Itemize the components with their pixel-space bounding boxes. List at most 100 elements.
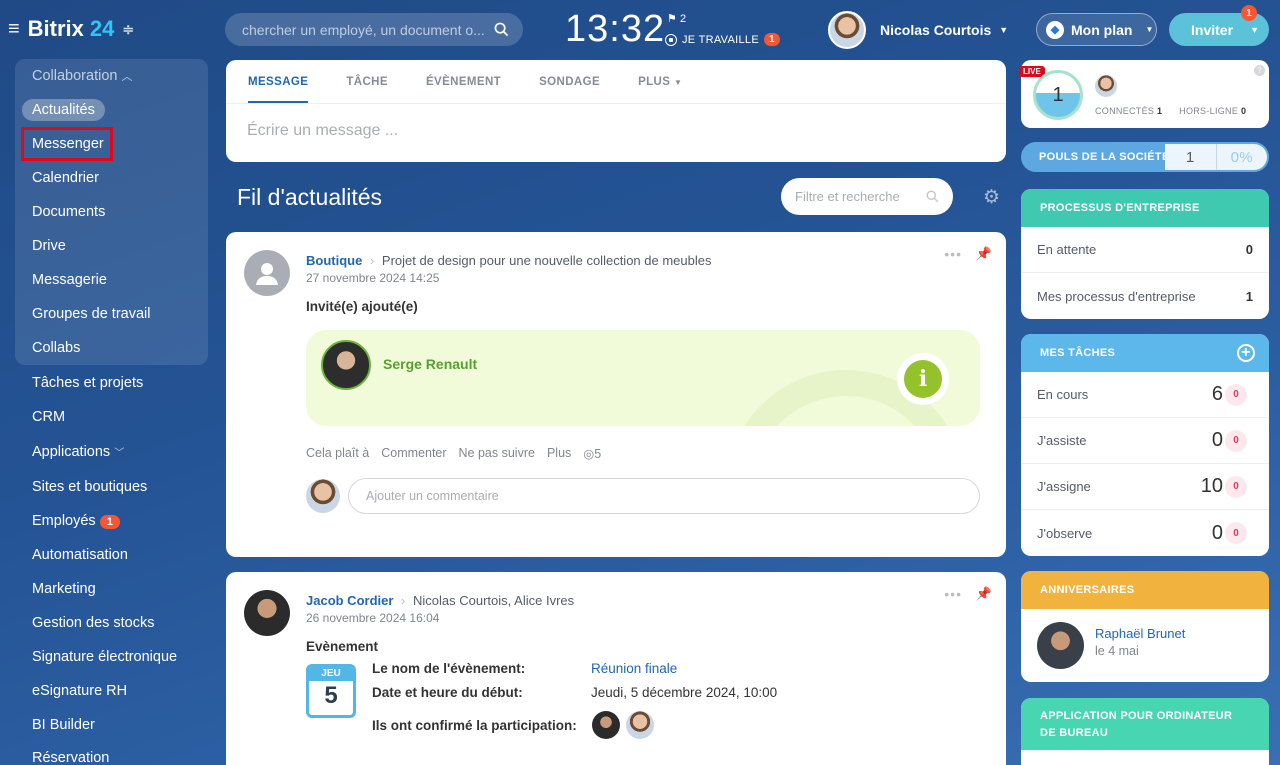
task-row[interactable]: J'observe 0 0 [1021,510,1269,556]
guest-name[interactable]: Serge Renault [383,356,477,372]
user-menu[interactable]: Nicolas Courtois ▼ [828,11,1008,49]
post-author[interactable]: Boutique [306,253,362,268]
author-avatar[interactable] [244,590,290,636]
employes-badge: 1 [99,515,120,529]
sidebar-item-reservation[interactable]: Réservation [32,750,109,765]
sidebar-item-messagerie[interactable]: Messagerie [32,272,107,288]
my-plan-button[interactable]: ◆ Mon plan ▼ [1036,13,1157,46]
tab-plus[interactable]: PLUS ▼ [638,60,682,103]
chevron-right-icon: › [369,253,375,268]
menu-icon[interactable]: ≡ [8,18,20,41]
work-status[interactable]: JE TRAVAILLE 1 [665,33,780,46]
user-name: Nicolas Courtois [880,22,992,38]
post-target[interactable]: Projet de design pour une nouvelle colle… [382,253,712,268]
search-icon[interactable] [494,22,509,37]
task-row-value: 6 [1211,383,1223,405]
sidebar-item-documents[interactable]: Documents [32,204,105,220]
birthday-avatar[interactable] [1037,622,1084,669]
tab-evenement[interactable]: ÉVÈNEMENT [426,60,501,103]
settings-switch-icon[interactable]: ≑ [122,21,134,38]
connected-count: 1 [1157,106,1163,116]
help-icon[interactable]: ? [1254,65,1265,76]
sidebar-item-crm[interactable]: CRM [32,409,65,425]
pin-icon[interactable]: 📌 [976,246,992,262]
event-name-link[interactable]: Réunion finale [591,661,677,676]
flag-counter[interactable]: ⚑ 2 [667,12,686,25]
offline-label: HORS-LIGNE [1179,106,1239,116]
birthdays-widget: ANNIVERSAIRES Raphaël Brunet le 4 mai [1021,571,1269,682]
tasks-widget: MES TÂCHES + En cours 6 0 J'assiste 0 0 J'as… [1021,334,1269,556]
participant-avatar[interactable] [592,711,620,739]
post-date[interactable]: 27 novembre 2024 14:25 [306,271,711,285]
search-placeholder: chercher un employé, un document o... [242,21,485,38]
post-target[interactable]: Nicolas Courtois, Alice Ivres [413,593,574,608]
pin-icon[interactable]: 📌 [976,586,992,602]
sidebar-item-stocks[interactable]: Gestion des stocks [32,615,155,631]
task-row[interactable]: J'assigne 10 0 [1021,464,1269,510]
more-link[interactable]: Plus [547,446,571,461]
feed-filter-input[interactable]: Filtre et recherche [781,178,953,215]
bp-row[interactable]: Mes processus d'entreprise 1 [1021,273,1269,319]
sidebar-item-collabs[interactable]: Collabs [32,340,80,356]
sidebar-item-signature[interactable]: Signature électronique [32,649,177,665]
flag-count: 2 [679,13,687,25]
online-stats: CONNECTÉS 1 HORS-LIGNE 0 [1095,106,1246,116]
sidebar-item-employes[interactable]: Employés 1 [32,513,120,529]
tab-sondage[interactable]: SONDAGE [539,60,600,103]
filter-placeholder: Filtre et recherche [795,189,900,204]
post-date[interactable]: 26 novembre 2024 16:04 [306,611,574,625]
sidebar-item-automatisation[interactable]: Automatisation [32,547,128,563]
gear-icon[interactable]: ⚙ [983,186,1000,209]
message-input[interactable]: Écrire un message ... [226,104,1006,158]
pulse-values: 1 0% [1165,144,1267,170]
sidebar-item-taches[interactable]: Tâches et projets [32,375,143,391]
business-process-widget: PROCESSUS D'ENTREPRISE En attente 0 Mes p… [1021,189,1269,319]
online-user-avatar[interactable] [1095,75,1117,97]
search-input[interactable]: chercher un employé, un document o... [225,13,523,46]
company-pulse[interactable]: POULS DE LA SOCIÉTÉ 1 0% [1021,142,1269,172]
live-counter[interactable]: 1 [1033,70,1083,120]
sidebar-item-marketing[interactable]: Marketing [32,581,96,597]
pulse-percent: 0% [1215,144,1268,170]
bp-row[interactable]: En attente 0 [1021,227,1269,273]
sidebar-group-title[interactable]: Collaboration ︿ [32,68,132,84]
invite-label: Inviter [1191,21,1234,38]
sidebar-item-drive[interactable]: Drive [32,238,66,254]
more-icon[interactable]: ••• [944,246,962,262]
clock[interactable]: 13:32 [565,8,665,51]
task-row[interactable]: En cours 6 0 [1021,372,1269,418]
desktop-app-widget: APPLICATION POUR ORDINATEUR DE BUREAU [1021,698,1269,765]
sidebar-item-esignature[interactable]: eSignature RH [32,683,127,699]
like-link[interactable]: Cela plaît à [306,446,369,461]
guest-avatar[interactable] [321,340,371,390]
diamond-icon: ◆ [1046,20,1064,39]
sidebar-item-groupes[interactable]: Groupes de travail [32,306,150,322]
participant-avatar[interactable] [626,711,654,739]
offline-count: 0 [1240,106,1247,116]
birthday-date: le 4 mai [1095,644,1139,658]
post-composer: MESSAGE TÂCHE ÉVÈNEMENT SONDAGE PLUS ▼ É… [226,60,1006,162]
views-count[interactable]: ◎5 [583,446,601,461]
tab-tache[interactable]: TÂCHE [346,60,388,103]
logo[interactable]: ≡ Bitrix 24 ≑ [8,16,134,42]
author-avatar[interactable] [244,250,290,296]
tab-message[interactable]: MESSAGE [248,60,309,103]
sidebar-item-applications[interactable]: Applications ﹀ [32,444,124,460]
post-author[interactable]: Jacob Cordier [306,593,393,608]
sidebar-item-actualites[interactable]: Actualités [22,99,105,121]
more-icon[interactable]: ••• [944,586,962,602]
task-row-label: J'assigne [1037,479,1091,494]
add-task-icon[interactable]: + [1237,344,1255,362]
sidebar-item-sites[interactable]: Sites et boutiques [32,479,147,495]
user-avatar[interactable] [828,11,866,49]
unfollow-link[interactable]: Ne pas suivre [459,446,535,461]
comment-input[interactable]: Ajouter un commentaire [348,478,980,514]
invite-button[interactable]: Inviter ▼ 1 [1169,5,1269,46]
chevron-down-icon: ▼ [1250,24,1259,35]
birthday-name[interactable]: Raphaël Brunet [1095,626,1185,641]
event-confirmed-label: Ils ont confirmé la participation: [372,718,577,733]
sidebar-item-bi-builder[interactable]: BI Builder [32,717,95,733]
task-row[interactable]: J'assiste 0 0 [1021,418,1269,464]
comment-link[interactable]: Commenter [381,446,446,461]
sidebar-item-calendrier[interactable]: Calendrier [32,170,99,186]
